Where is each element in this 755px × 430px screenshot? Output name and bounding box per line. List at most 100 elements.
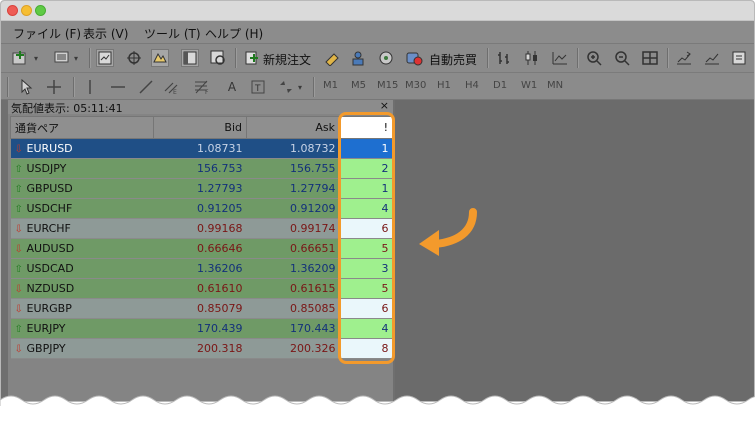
toolbar-separator: [89, 48, 91, 68]
table-row[interactable]: ⇧ USDCAD 1.36206 1.36209 3: [10, 258, 393, 279]
column-header-ask[interactable]: Ask: [246, 116, 340, 139]
table-row[interactable]: ⇩ EURGBP 0.85079 0.85085 6: [10, 298, 393, 319]
up-arrow-icon: ⇧: [14, 204, 23, 215]
table-row[interactable]: ⇩ NZDUSD 0.61610 0.61615 5: [10, 278, 393, 299]
table-row[interactable]: ⇩ EURUSD 1.08731 1.08732 1: [10, 138, 393, 159]
close-icon[interactable]: ×: [380, 99, 389, 112]
menu-bar: ファイル (F) 表示 (V) ツール (T) ヘルプ (H): [1, 21, 754, 44]
market-watch-panel: 気配値表示: 05:11:41 × 通貨ペア Bid Ask ! ⇩ EURUSD…: [8, 99, 393, 401]
column-header-spread[interactable]: !: [339, 116, 393, 139]
spread-cell: 1: [339, 138, 393, 159]
signals-icon[interactable]: [377, 49, 395, 67]
up-arrow-icon: ⇧: [14, 324, 23, 335]
line-chart-icon[interactable]: [551, 49, 569, 67]
zoom-window-button[interactable]: [35, 5, 46, 16]
table-row[interactable]: ⇧ USDCHF 0.91205 0.91209 4: [10, 198, 393, 219]
minimize-window-button[interactable]: [21, 5, 32, 16]
spread-cell: 2: [339, 158, 393, 179]
symbol-cell: ⇧ EURJPY: [10, 318, 154, 339]
profiles-icon[interactable]: [53, 49, 71, 67]
dropdown-arrow-icon[interactable]: ▾: [31, 49, 41, 67]
menu-file[interactable]: ファイル (F): [13, 25, 81, 42]
timeframe-h4[interactable]: H4: [465, 80, 479, 91]
dropdown-arrow-icon[interactable]: ▾: [295, 78, 305, 96]
zoom-in-icon[interactable]: [585, 49, 603, 67]
cursor-icon[interactable]: [17, 78, 35, 96]
fibonacci-icon[interactable]: F: [193, 78, 211, 96]
text-tool-icon[interactable]: A: [223, 78, 241, 96]
ask-cell: 0.66651: [246, 238, 340, 259]
market-watch-table: 通貨ペア Bid Ask ! ⇩ EURUSD 1.08731 1.08732 1 ⇧ US…: [10, 116, 393, 359]
new-chart-icon[interactable]: [11, 49, 29, 67]
metaeditor-icon[interactable]: [323, 49, 341, 67]
bar-chart-icon[interactable]: [495, 49, 513, 67]
toolbar-separator: [235, 48, 237, 68]
timeframe-w1[interactable]: W1: [521, 80, 537, 91]
strategy-tester-icon[interactable]: [209, 49, 227, 67]
auto-trading-icon[interactable]: [405, 49, 423, 67]
tile-windows-icon[interactable]: [641, 49, 659, 67]
bid-cell: 1.27793: [153, 178, 247, 199]
timeframe-m1[interactable]: M1: [323, 80, 338, 91]
terminal-icon[interactable]: [181, 49, 199, 67]
chart-shift-icon[interactable]: [675, 49, 693, 67]
close-window-button[interactable]: [7, 5, 18, 16]
timeframe-h1[interactable]: H1: [437, 80, 451, 91]
equidistant-channel-icon[interactable]: E: [163, 78, 181, 96]
menu-tools[interactable]: ツール (T): [144, 25, 201, 42]
timeframe-m15[interactable]: M15: [377, 80, 398, 91]
spread-cell: 6: [339, 298, 393, 319]
spread-cell: 6: [339, 218, 393, 239]
horizontal-line-icon[interactable]: [109, 78, 127, 96]
down-arrow-icon: ⇩: [14, 284, 23, 295]
table-row[interactable]: ⇧ USDJPY 156.753 156.755 2: [10, 158, 393, 179]
candlestick-icon[interactable]: [523, 49, 541, 67]
table-row[interactable]: ⇧ EURJPY 170.439 170.443 4: [10, 318, 393, 339]
zoom-out-icon[interactable]: [613, 49, 631, 67]
wavy-bottom-edge: [0, 395, 755, 430]
symbol-cell: ⇧ USDJPY: [10, 158, 154, 179]
spread-cell: 1: [339, 178, 393, 199]
timeframe-mn[interactable]: MN: [547, 80, 563, 91]
table-row[interactable]: ⇩ EURCHF 0.99168 0.99174 6: [10, 218, 393, 239]
crosshair-tool-icon[interactable]: [45, 78, 63, 96]
table-row[interactable]: ⇩ GBPJPY 200.318 200.326 8: [10, 338, 393, 359]
text-label-icon[interactable]: T: [249, 78, 267, 96]
navigator-icon[interactable]: [151, 49, 169, 67]
ask-cell: 170.443: [246, 318, 340, 339]
timeframe-m5[interactable]: M5: [351, 80, 366, 91]
new-order-icon[interactable]: [243, 49, 261, 67]
drawing-toolbar: E F A T ▾ M1 M5 M15 M30 H1 H4 D1 W1 MN: [1, 73, 754, 100]
down-arrow-icon: ⇩: [14, 144, 23, 155]
symbol-cell: ⇩ EURGBP: [10, 298, 154, 319]
table-row[interactable]: ⇩ AUDUSD 0.66646 0.66651 5: [10, 238, 393, 259]
column-header-symbol[interactable]: 通貨ペア: [10, 116, 154, 139]
ask-cell: 1.08732: [246, 138, 340, 159]
auto-trading-button[interactable]: 自動売買: [429, 51, 477, 68]
ask-cell: 0.61615: [246, 278, 340, 299]
menu-view[interactable]: 表示 (V): [83, 25, 128, 42]
arrows-icon[interactable]: [277, 78, 295, 96]
crosshair-icon[interactable]: [125, 49, 143, 67]
community-icon[interactable]: [349, 49, 367, 67]
dropdown-arrow-icon[interactable]: ▾: [71, 49, 81, 67]
auto-scroll-icon[interactable]: [703, 49, 721, 67]
market-watch-title-bar: 気配値表示: 05:11:41 ×: [8, 99, 393, 115]
symbol-label: GBPJPY: [26, 342, 66, 355]
vertical-line-icon[interactable]: [81, 78, 99, 96]
bid-cell: 200.318: [153, 338, 247, 359]
trendline-icon[interactable]: [137, 78, 155, 96]
periodicity-icon[interactable]: [731, 49, 749, 67]
market-watch-icon[interactable]: [96, 49, 114, 67]
new-order-button[interactable]: 新規注文: [263, 51, 311, 68]
menu-help[interactable]: ヘルプ (H): [205, 25, 263, 42]
ask-cell: 0.85085: [246, 298, 340, 319]
timeframe-m30[interactable]: M30: [405, 80, 426, 91]
title-bar: [1, 1, 754, 21]
column-header-bid[interactable]: Bid: [153, 116, 247, 139]
bid-cell: 1.08731: [153, 138, 247, 159]
table-row[interactable]: ⇧ GBPUSD 1.27793 1.27794 1: [10, 178, 393, 199]
bid-cell: 0.85079: [153, 298, 247, 319]
down-arrow-icon: ⇩: [14, 344, 23, 355]
timeframe-d1[interactable]: D1: [493, 80, 507, 91]
